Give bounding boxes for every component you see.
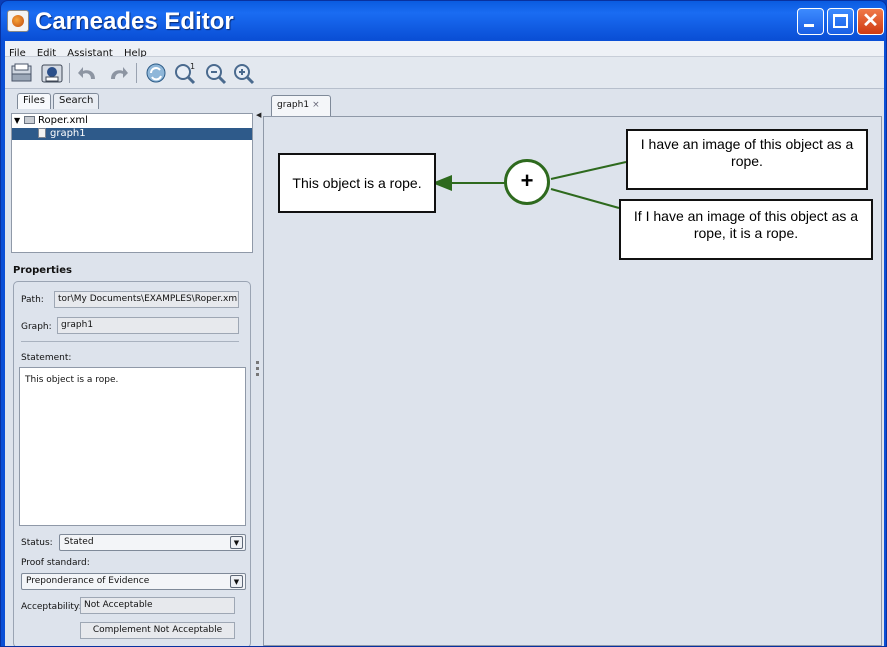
statement-node-conclusion[interactable]: This object is a rope. — [278, 153, 436, 213]
undo-icon — [78, 67, 95, 79]
window-title: Carneades Editor — [35, 8, 234, 35]
zoom-out-icon — [206, 64, 227, 85]
tree-node-label: Roper.xml — [38, 115, 88, 126]
premise-edge-2 — [550, 188, 620, 209]
status-label: Status: — [21, 538, 53, 548]
complement-acceptability-field: Complement Not Acceptable — [80, 622, 235, 639]
open-icon — [11, 63, 32, 82]
divider — [21, 341, 239, 342]
tab-graph1[interactable]: graph1 × — [271, 95, 331, 116]
file-icon — [38, 128, 46, 138]
path-label: Path: — [21, 295, 44, 305]
menu-bar: File Edit Assistant Help — [5, 41, 884, 59]
title-bar[interactable]: Carneades Editor ✕ — [1, 1, 886, 41]
statement-node-premise-2[interactable]: If I have an image of this object as a r… — [619, 199, 873, 260]
premise-edge-1 — [550, 161, 627, 180]
folder-icon — [24, 116, 35, 124]
graph-editor: graph1 × This object is a rope. + I have … — [261, 89, 884, 646]
proof-standard-label: Proof standard: — [21, 558, 90, 568]
redo-icon — [111, 67, 128, 79]
dropdown-arrow-icon: ▼ — [230, 536, 243, 549]
toolbar-separator — [136, 63, 137, 83]
tree-node-label: graph1 — [50, 128, 86, 139]
close-icon: ✕ — [862, 10, 879, 32]
zoom-in-button[interactable] — [231, 61, 257, 85]
app-window: Carneades Editor ✕ File Edit Assistant H… — [0, 0, 887, 647]
redo-button[interactable] — [105, 61, 131, 85]
dropdown-arrow-icon: ▼ — [230, 575, 243, 588]
zoom-out-button[interactable] — [203, 61, 229, 85]
status-value: Stated — [64, 537, 94, 547]
tab-files[interactable]: Files — [17, 93, 51, 109]
acceptability-label: Acceptability: — [21, 602, 82, 612]
tab-search[interactable]: Search — [53, 93, 100, 109]
minimize-icon — [804, 24, 814, 27]
expand-caret-icon[interactable]: ▼ — [14, 116, 22, 125]
splitter-grip-icon — [256, 367, 259, 370]
refresh-icon — [146, 63, 166, 83]
splitter-grip-icon — [256, 373, 259, 376]
zoom-in-icon — [234, 64, 255, 85]
maximize-icon — [833, 14, 848, 28]
statement-node-premise-1[interactable]: I have an image of this object as a rope… — [626, 129, 868, 190]
tree-node-roper[interactable]: ▼ Roper.xml — [12, 115, 88, 127]
properties-form: Path: tor\My Documents\EXAMPLES\Roper.xm… — [13, 281, 251, 646]
statement-label: Statement: — [21, 353, 72, 363]
properties-title: Properties — [13, 265, 72, 276]
open-button[interactable] — [9, 61, 35, 85]
toolbar-separator — [69, 63, 70, 83]
graph-label: Graph: — [21, 322, 52, 332]
toolbar: 1 — [5, 57, 884, 89]
argument-graph-canvas[interactable]: This object is a rope. + I have an image… — [263, 116, 882, 646]
svg-text:1: 1 — [190, 62, 195, 71]
graph-field[interactable]: graph1 — [57, 317, 239, 334]
statement-textarea[interactable]: This object is a rope. — [19, 367, 246, 526]
save-icon — [41, 64, 63, 83]
close-button[interactable]: ✕ — [857, 8, 884, 35]
proof-standard-select[interactable]: Preponderance of Evidence ▼ — [21, 573, 246, 590]
files-panel: Files Search ▼ Roper.xml graph1 — [7, 91, 255, 256]
zoom-reset-icon: 1 — [175, 62, 195, 85]
maximize-button[interactable] — [827, 8, 854, 35]
properties-panel: Properties Path: tor\My Documents\EXAMPL… — [9, 259, 255, 646]
refresh-button[interactable] — [143, 61, 169, 85]
splitter-grip-icon — [256, 361, 259, 364]
status-select[interactable]: Stated ▼ — [59, 534, 246, 551]
tab-label: graph1 — [277, 100, 310, 110]
tab-close-icon[interactable]: × — [312, 100, 320, 110]
acceptability-field: Not Acceptable — [80, 597, 235, 614]
java-app-icon — [7, 10, 29, 32]
undo-button[interactable] — [75, 61, 101, 85]
tree-node-graph1[interactable]: graph1 — [12, 128, 252, 140]
minimize-button[interactable] — [797, 8, 824, 35]
argument-node[interactable]: + — [504, 159, 550, 205]
path-field[interactable]: tor\My Documents\EXAMPLES\Roper.xml — [54, 291, 239, 308]
file-tree: ▼ Roper.xml graph1 — [11, 113, 253, 253]
proof-standard-value: Preponderance of Evidence — [26, 576, 150, 586]
client-area: File Edit Assistant Help 1 Files Search … — [5, 41, 884, 646]
zoom-reset-button[interactable]: 1 — [173, 61, 199, 85]
save-button[interactable] — [39, 61, 65, 85]
